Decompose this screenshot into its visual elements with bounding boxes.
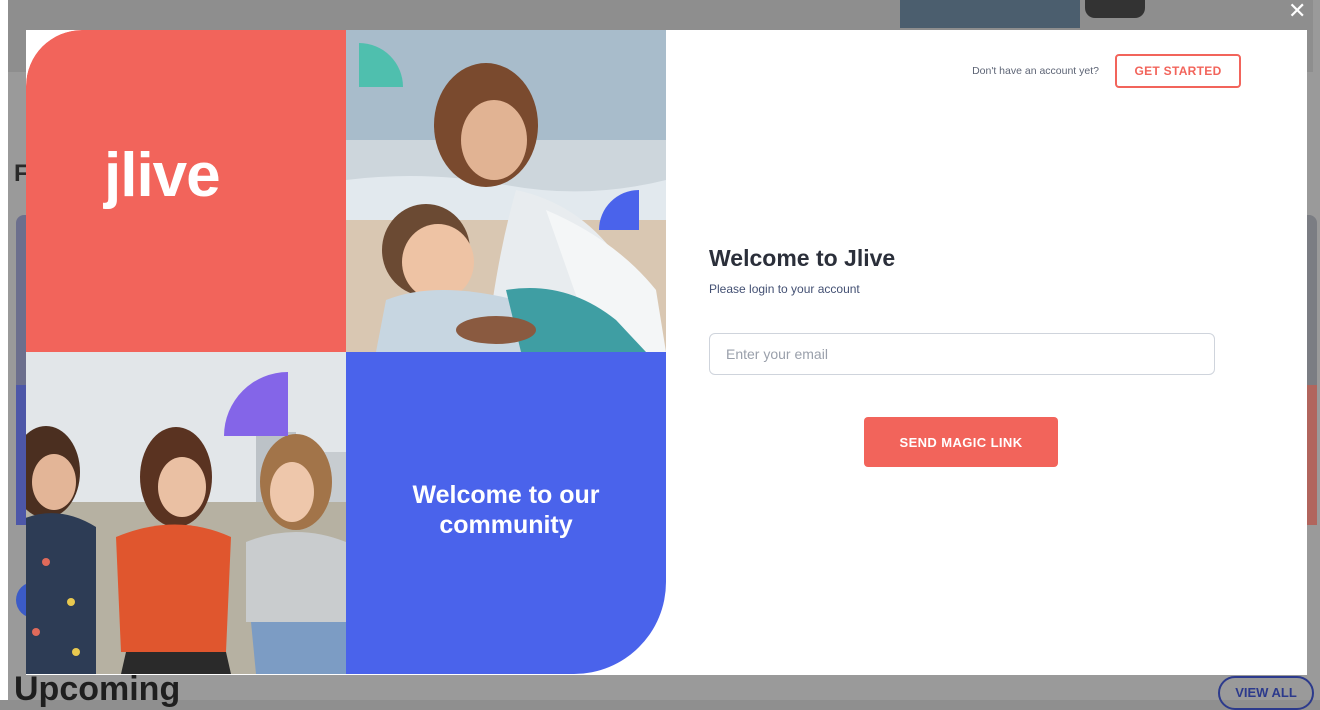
brand-mosaic: jlive Welcome to our community [26,30,667,675]
teal-quarter-shape [359,43,403,87]
send-magic-link-button[interactable]: SEND MAGIC LINK [864,417,1058,467]
background-photo [900,0,1080,28]
login-subtitle: Please login to your account [709,282,860,296]
community-welcome-text: Welcome to our community [412,481,600,539]
purple-quarter-shape [224,372,288,436]
jlive-logo: jlive [104,141,221,210]
no-account-text: Don't have an account yet? [972,65,1099,77]
view-all-button[interactable]: VIEW ALL [1218,676,1314,710]
get-started-button[interactable]: GET STARTED [1115,54,1241,88]
mother-child-photo [346,30,666,352]
blue-quarter-shape [599,190,639,230]
friends-photo [26,352,346,674]
signup-prompt: Don't have an account yet? GET STARTED [972,54,1241,88]
upcoming-heading: Upcoming [14,670,181,708]
close-icon[interactable]: ✕ [1288,0,1306,22]
friends-illustration [26,352,346,674]
background-left-edge [0,0,8,700]
email-input[interactable] [709,333,1215,375]
logo-tile: jlive [26,30,346,352]
community-tile: Welcome to our community [346,352,666,674]
background-photo-fragment [1085,0,1145,18]
login-title: Welcome to Jlive [709,245,896,271]
